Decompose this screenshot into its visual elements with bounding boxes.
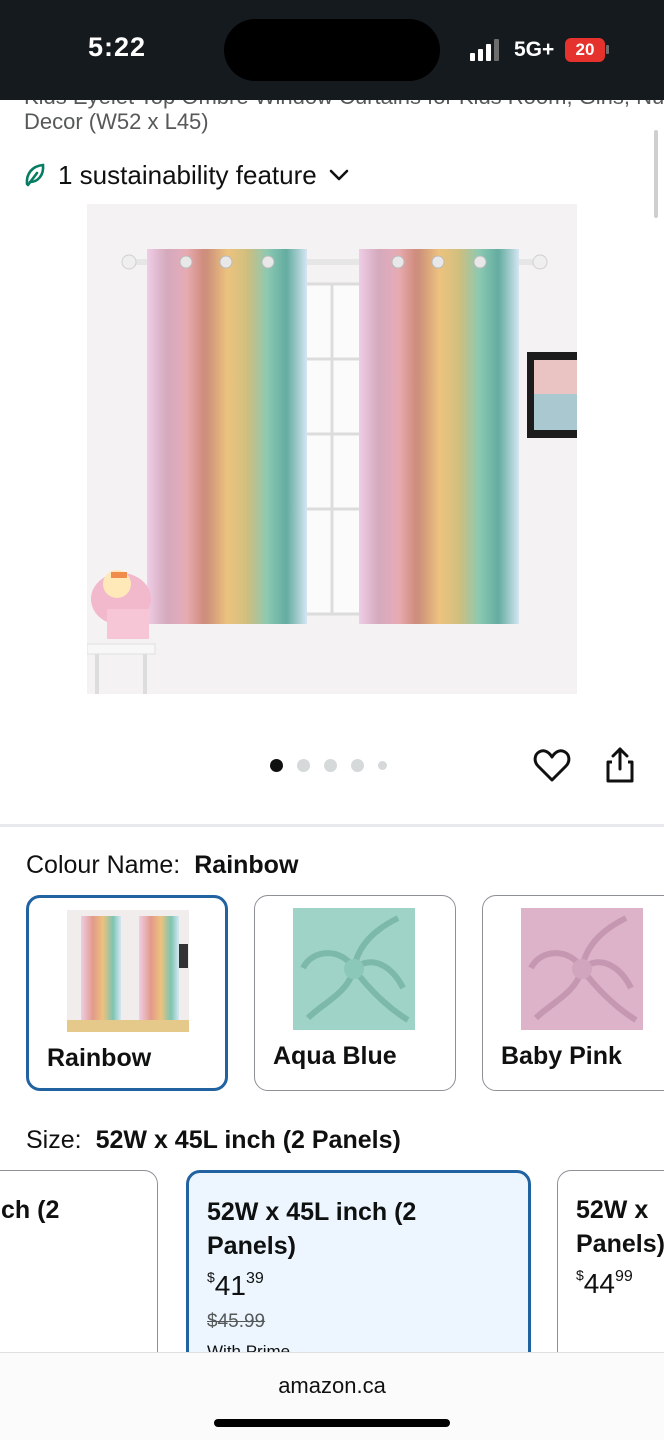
home-indicator[interactable]	[214, 1419, 450, 1427]
dynamic-island-shape	[224, 19, 440, 81]
url-text[interactable]: amazon.ca	[0, 1373, 664, 1399]
price-cents: 39	[245, 1270, 264, 1287]
size-option-label: 52W x 45L inch (2 Panels)	[207, 1195, 416, 1263]
product-title: Decor (W52 x L45)	[24, 109, 209, 134]
size-selected-value: 52W x 45L inch (2 Panels)	[95, 1126, 401, 1154]
image-carousel-dots[interactable]	[270, 758, 401, 772]
size-option-line1: 52W x	[576, 1196, 649, 1224]
size-option-line2: Panels)	[576, 1230, 664, 1258]
size-option-label: ch (2	[1, 1196, 60, 1224]
size-label-text: Size:	[26, 1126, 82, 1154]
colour-label-text: Colour Name:	[26, 851, 181, 879]
battery-tip	[606, 45, 609, 54]
colour-option-rainbow[interactable]: Rainbow	[26, 895, 228, 1091]
carousel-dot[interactable]	[270, 758, 283, 772]
status-time-display: 5:22	[88, 32, 147, 62]
signal-bars-icon	[470, 39, 500, 61]
product-page: 5:22 5G+ 20 Kids Eyelet Top Ombre Window…	[0, 0, 664, 1440]
size-option-line2: Panels)	[207, 1232, 296, 1260]
sustainability-toggle[interactable]: 1 sustainability feature	[24, 158, 361, 192]
size-label: Size: 52W x 45L inch (2 Panels)	[26, 1126, 401, 1155]
carousel-dot[interactable]	[297, 758, 310, 772]
browser-address-bar[interactable]: amazon.ca	[0, 1352, 664, 1440]
size-option-label: 52W x Panels)	[576, 1193, 664, 1261]
price-currency: $	[207, 1269, 215, 1285]
price-dollars: 41	[214, 1270, 246, 1301]
size-option-line1: 52W x 45L inch (2	[207, 1198, 417, 1226]
carousel-dot[interactable]	[378, 760, 387, 770]
product-image[interactable]	[87, 204, 577, 694]
sustainability-label: 1 sustainability feature	[58, 159, 317, 190]
section-divider	[0, 824, 664, 827]
price: $4139	[207, 1269, 264, 1302]
curtain-photo	[87, 204, 577, 694]
colour-option-label: Rainbow	[47, 1044, 152, 1072]
baby-pink-thumbnail	[521, 908, 643, 1030]
colour-option-baby-pink[interactable]: Baby Pink	[482, 895, 664, 1091]
status-bar-cover: 5:22 5G+ 20	[0, 0, 664, 100]
list-price: $45.99	[207, 1311, 266, 1332]
colour-option-label: Baby Pink	[501, 1042, 622, 1070]
carousel-dot[interactable]	[324, 758, 337, 772]
heart-icon[interactable]	[533, 747, 571, 785]
aqua-blue-thumbnail	[293, 908, 415, 1030]
colour-selected-value: Rainbow	[194, 851, 299, 879]
leaf-icon	[25, 163, 45, 187]
network-label: 5G+	[514, 38, 555, 61]
chevron-down-icon	[329, 169, 349, 181]
rainbow-thumbnail	[67, 910, 189, 1032]
price-currency: $	[576, 1267, 584, 1283]
scrollbar[interactable]	[654, 130, 658, 218]
colour-option-aqua-blue[interactable]: Aqua Blue	[254, 895, 456, 1091]
colour-option-label: Aqua Blue	[273, 1042, 397, 1070]
price-dollars: 44	[583, 1268, 615, 1299]
colour-label: Colour Name: Rainbow	[26, 851, 298, 880]
price-cents: 99	[614, 1268, 633, 1285]
price: $4499	[576, 1267, 633, 1300]
share-icon[interactable]	[602, 745, 638, 785]
carousel-dot[interactable]	[351, 758, 364, 772]
battery-level-icon: 20	[565, 38, 605, 62]
